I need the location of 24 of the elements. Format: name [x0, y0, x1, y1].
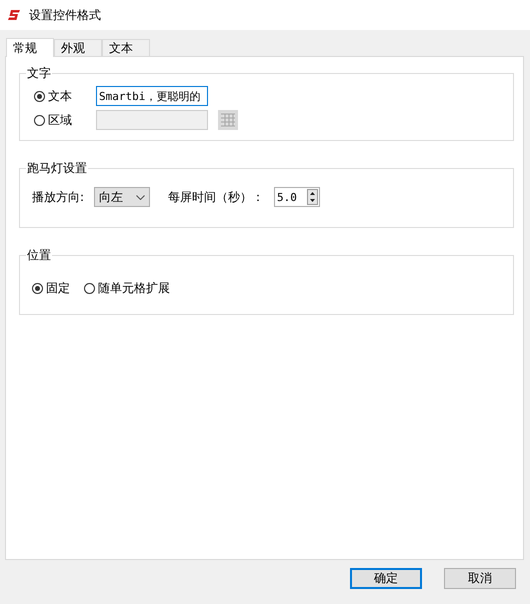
- group-title: 位置: [27, 248, 51, 262]
- group-title: 文字: [27, 66, 51, 80]
- tab[interactable]: 外观: [54, 39, 102, 56]
- radio-button[interactable]: [34, 90, 45, 102]
- spinner-arrows-icon[interactable]: [307, 189, 318, 205]
- time-label: 每屏时间（秒）：: [168, 188, 264, 206]
- dialog-button[interactable]: 取消: [444, 568, 516, 589]
- time-spinner[interactable]: 5.0: [274, 187, 320, 207]
- radio-label: 文本: [48, 88, 72, 104]
- radio-label: 区域: [48, 112, 72, 128]
- direction-dropdown[interactable]: 向左: [94, 187, 150, 207]
- radio-button[interactable]: [84, 282, 95, 294]
- app-logo-icon: [7, 9, 21, 21]
- text-field[interactable]: Smartbi，更聪明的: [96, 86, 208, 106]
- tab[interactable]: 文本: [102, 39, 150, 56]
- chevron-down-icon: [136, 194, 146, 200]
- radio-button[interactable]: [32, 282, 43, 294]
- tab[interactable]: 常规: [6, 38, 54, 57]
- window-title: 设置控件格式: [29, 6, 101, 24]
- radio-label: 随单元格扩展: [98, 280, 170, 296]
- radio-label: 固定: [46, 280, 70, 296]
- group-title: 跑马灯设置: [27, 161, 87, 175]
- direction-label: 播放方向:: [32, 188, 84, 206]
- dialog-button[interactable]: 确定: [350, 568, 422, 589]
